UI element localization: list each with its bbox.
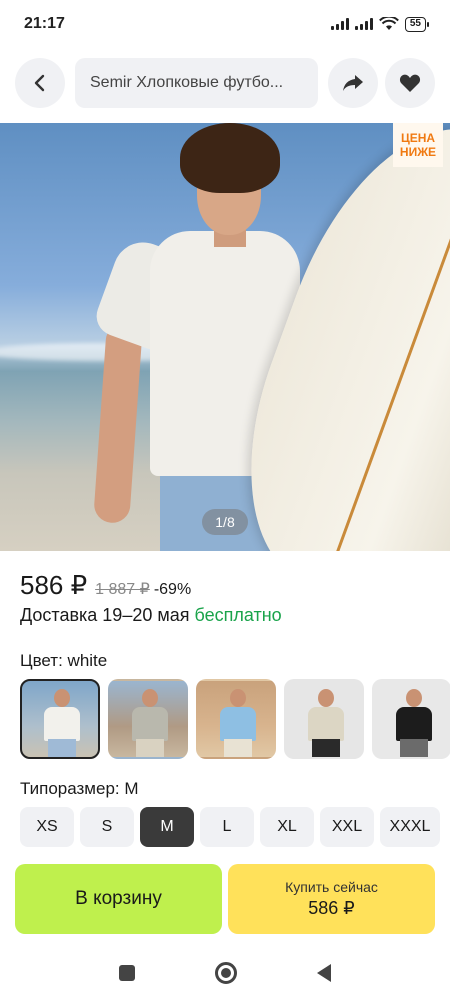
image-counter: 1/8 (202, 509, 248, 535)
delivery-text: Доставка 19–20 мая (20, 605, 190, 625)
size-option-l[interactable]: L (200, 807, 254, 847)
size-option-xxxl[interactable]: XXXL (380, 807, 440, 847)
system-nav-bar (0, 945, 450, 1000)
discount-label: -69% (153, 581, 192, 598)
color-swatch-black[interactable] (372, 679, 450, 759)
status-bar: 21:17 55 (0, 0, 450, 48)
size-option-xs[interactable]: XS (20, 807, 74, 847)
delivery-info: Доставка 19–20 мая бесплатно (20, 605, 282, 626)
size-option-xl[interactable]: XL (260, 807, 314, 847)
add-to-cart-label: В корзину (75, 888, 162, 909)
delivery-free: бесплатно (194, 605, 282, 625)
back-triangle-icon[interactable] (317, 963, 331, 982)
buy-now-price: 586 ₽ (308, 898, 355, 918)
top-bar: Semir Хлопковые футбо... (0, 58, 450, 108)
color-label: Цвет: white (20, 651, 108, 670)
search-input[interactable]: Semir Хлопковые футбо... (75, 58, 318, 108)
add-to-cart-button[interactable]: В корзину (15, 864, 222, 934)
search-text: Semir Хлопковые футбо... (90, 74, 284, 91)
color-swatch-grey[interactable] (108, 679, 188, 759)
current-price: 586 ₽ (20, 570, 88, 600)
old-price: 1 887 ₽ (95, 581, 150, 598)
size-options: XS S M L XL XXL XXXL (20, 807, 440, 847)
color-swatch-blue[interactable] (196, 679, 276, 759)
model-hair (180, 123, 280, 193)
color-swatch-beige[interactable] (284, 679, 364, 759)
battery-icon: 55 (404, 16, 430, 32)
color-swatches (20, 679, 450, 759)
back-button[interactable] (15, 58, 65, 108)
status-icons: 55 (330, 16, 430, 32)
signal-icon (330, 18, 349, 30)
size-label: Типоразмер: M (20, 779, 139, 798)
wifi-icon (378, 17, 399, 30)
share-button[interactable] (328, 58, 378, 108)
buy-now-button[interactable]: Купить сейчас 586 ₽ (228, 864, 435, 934)
product-image[interactable]: ЦЕНА НИЖЕ 1/8 (0, 123, 450, 551)
arrow-left-icon (34, 74, 45, 92)
share-icon (343, 75, 363, 91)
price-row: 586 ₽ 1 887 ₽ -69% (20, 570, 191, 601)
color-swatch-white[interactable] (20, 679, 100, 759)
size-option-xxl[interactable]: XXL (320, 807, 374, 847)
status-time: 21:17 (24, 15, 65, 32)
favorite-button[interactable] (385, 58, 435, 108)
badge-line-1: ЦЕНА (400, 131, 436, 145)
recent-apps-icon[interactable] (119, 964, 135, 981)
home-icon[interactable] (215, 961, 237, 984)
size-option-s[interactable]: S (80, 807, 134, 847)
signal-icon-2 (354, 18, 373, 30)
price-lower-badge: ЦЕНА НИЖЕ (393, 123, 443, 167)
size-option-m[interactable]: M (140, 807, 194, 847)
badge-line-2: НИЖЕ (399, 145, 437, 159)
heart-icon (399, 74, 421, 92)
buy-now-label: Купить сейчас (285, 879, 378, 895)
